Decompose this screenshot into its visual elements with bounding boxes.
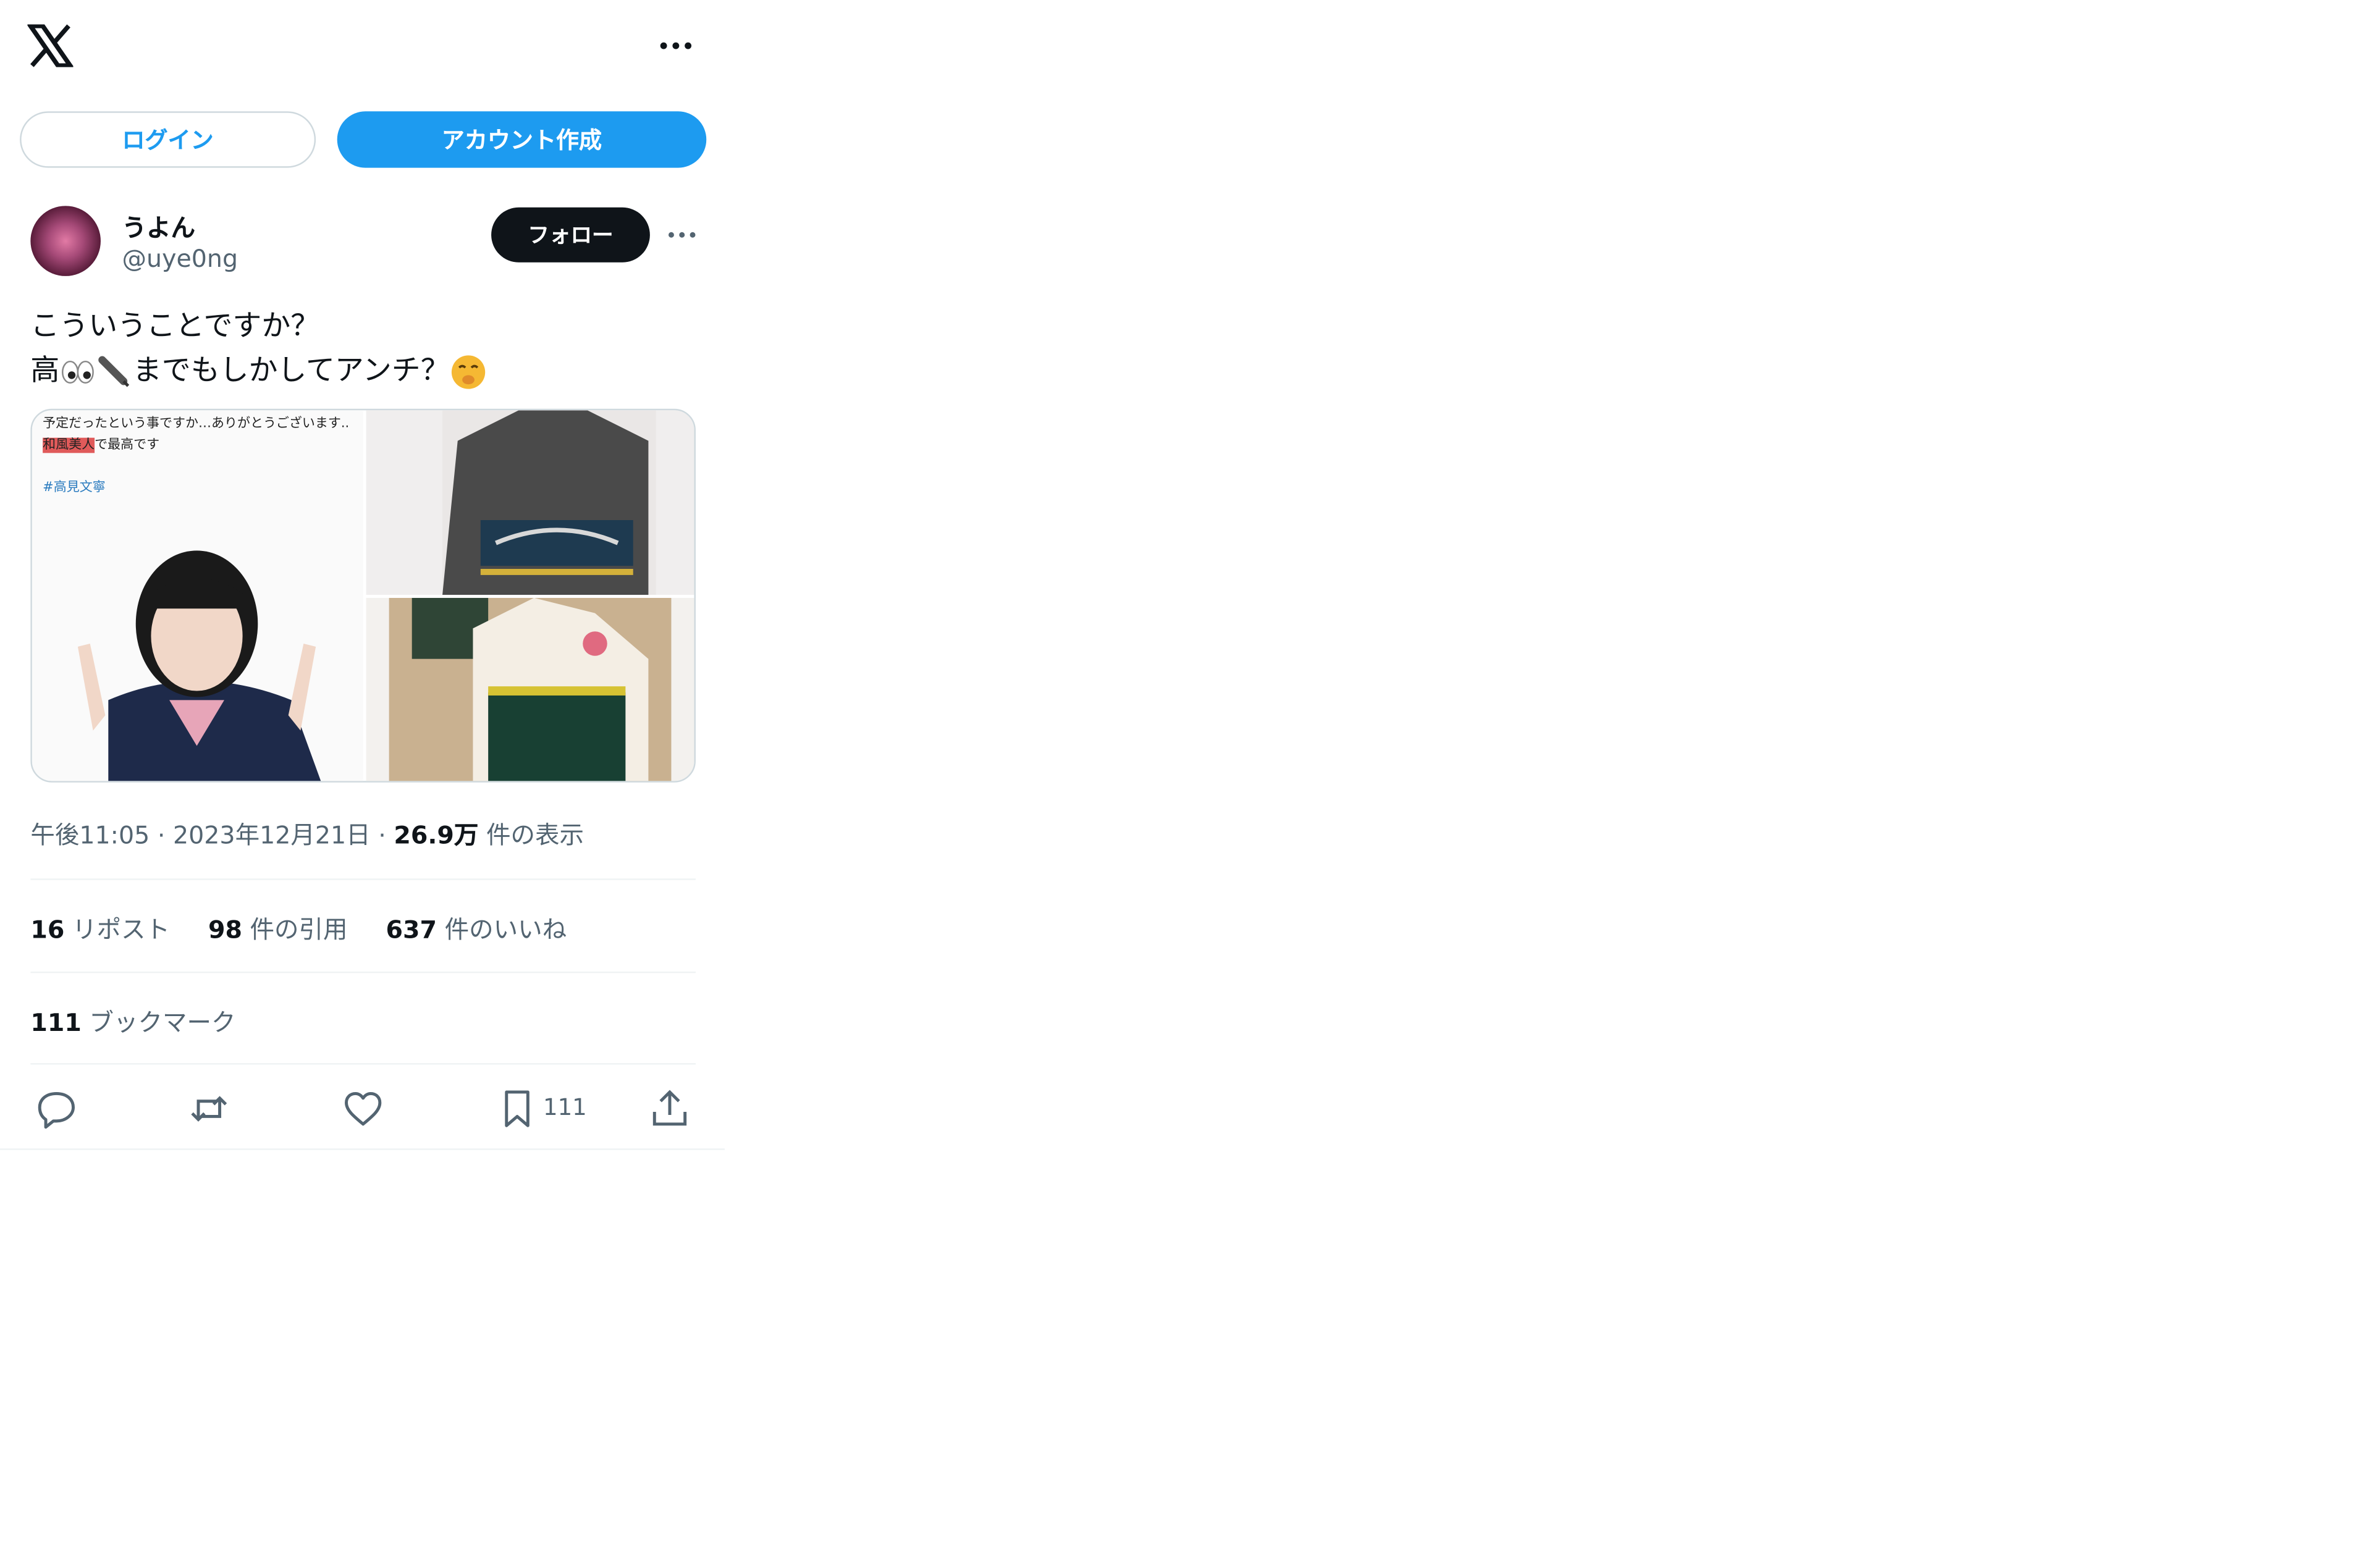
- meta-separator-2: ·: [378, 820, 386, 850]
- author-handle[interactable]: @uye0ng: [122, 244, 238, 273]
- avatar[interactable]: [30, 206, 101, 276]
- likes-label: 件のいいね: [444, 915, 567, 944]
- quotes-label: 件の引用: [250, 915, 348, 944]
- media-image-2[interactable]: [366, 410, 694, 595]
- media-caption-highlight: 和風美人: [43, 437, 95, 453]
- follow-button[interactable]: フォロー: [491, 207, 650, 263]
- tweet-page: ログイン アカウント作成 うよん @uye0ng フォロー こういうことですか？…: [0, 0, 2380, 1563]
- bottom-divider: [0, 1148, 725, 1150]
- tweet-text-start: 高: [30, 353, 60, 388]
- tweet-text: こういうことですか？ 高 までもしかしてアンチ？: [30, 305, 701, 393]
- kimono-photo: [442, 410, 656, 595]
- bookmarks-stat[interactable]: 111 ブックマーク: [30, 1002, 235, 1038]
- media-caption-text: 予定だったという事ですか…ありがとうございます..: [43, 416, 350, 432]
- x-logo-icon[interactable]: [27, 24, 74, 67]
- reposts-count: 16: [30, 915, 65, 944]
- shushing-face-emoji-icon: [450, 353, 486, 390]
- reply-icon[interactable]: [33, 1086, 79, 1132]
- engagement-stats: 16 リポスト 98 件の引用 637 件のいいね: [30, 909, 597, 946]
- divider: [30, 971, 696, 973]
- quotes-stat[interactable]: 98 件の引用: [208, 915, 348, 944]
- likes-count: 637: [386, 915, 437, 944]
- eyes-emoji-icon: [59, 355, 96, 388]
- like-icon[interactable]: [340, 1086, 386, 1132]
- tweet-text-mid: までもしかしてアンチ？: [132, 353, 450, 388]
- bookmarks-label: ブックマーク: [89, 1008, 236, 1038]
- reposts-label: リポスト: [72, 915, 171, 944]
- hakama-photo: [389, 597, 672, 781]
- person-photo: [77, 550, 321, 781]
- bookmarks-count: 111: [30, 1008, 82, 1038]
- tweet-time[interactable]: 午後11:05: [30, 820, 150, 849]
- more-options-icon[interactable]: [656, 30, 696, 61]
- media-hashtag: #高見文寧: [43, 480, 106, 496]
- media-image-1[interactable]: 予定だったという事ですか…ありがとうございます.. 和風美人で最高です #高見文寧: [32, 410, 363, 781]
- login-button[interactable]: ログイン: [20, 111, 316, 168]
- meta-separator-1: ·: [157, 820, 166, 850]
- quotes-count: 98: [208, 915, 242, 944]
- media-image-3[interactable]: [366, 597, 694, 781]
- reposts-stat[interactable]: 16 リポスト: [30, 915, 170, 944]
- top-bar: [0, 0, 725, 95]
- media-grid[interactable]: 予定だったという事ですか…ありがとうございます.. 和風美人で最高です #高見文寧: [30, 408, 696, 783]
- pen-emoji-icon: [96, 355, 133, 388]
- create-account-button[interactable]: アカウント作成: [337, 111, 707, 168]
- tweet-text-line2: 高 までもしかしてアンチ？: [30, 349, 701, 393]
- media-caption: 予定だったという事ですか…ありがとうございます.. 和風美人で最高です: [43, 413, 355, 456]
- bookmark-action-count: 111: [543, 1093, 587, 1121]
- likes-stat[interactable]: 637 件のいいね: [386, 915, 567, 944]
- tweet-meta: 午後11:05 · 2023年12月21日 · 26.9万 件の表示: [30, 815, 584, 851]
- repost-icon[interactable]: [186, 1086, 232, 1132]
- views-label: 件の表示: [486, 820, 584, 850]
- tweet-text-line1: こういうことですか？: [30, 309, 320, 343]
- media-caption-tail: で最高です: [95, 437, 160, 453]
- tweet-more-icon[interactable]: [665, 220, 699, 250]
- author-name[interactable]: うよん: [122, 208, 196, 244]
- divider: [30, 878, 696, 880]
- bookmark-icon[interactable]: [494, 1086, 540, 1132]
- divider: [30, 1063, 696, 1065]
- views-count: 26.9万: [394, 820, 479, 850]
- tweet-date[interactable]: 2023年12月21日: [173, 820, 371, 849]
- share-icon[interactable]: [647, 1086, 693, 1132]
